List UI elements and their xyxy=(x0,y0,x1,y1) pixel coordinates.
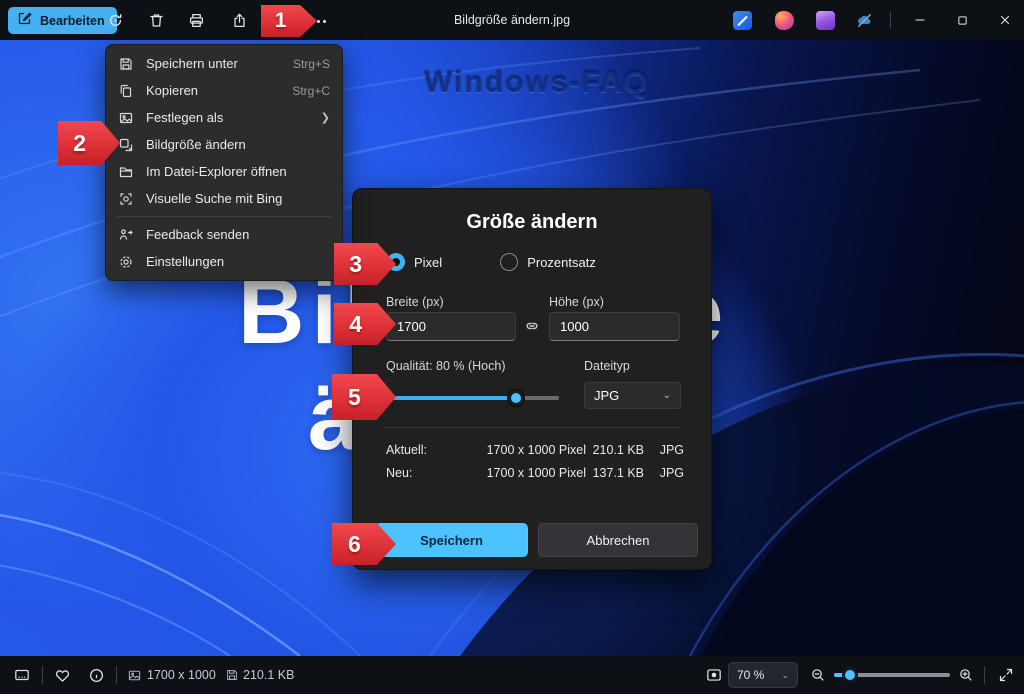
rotate-icon xyxy=(107,12,124,29)
radio-percent-label: Prozentsatz xyxy=(527,255,596,270)
zoom-out-button[interactable] xyxy=(806,664,830,686)
info-button[interactable] xyxy=(82,663,110,687)
fit-to-window-button[interactable] xyxy=(700,663,728,687)
info-icon xyxy=(88,667,105,684)
delete-button[interactable] xyxy=(140,6,172,34)
statusbar-divider xyxy=(116,666,117,684)
feedback-icon xyxy=(118,227,134,243)
trash-icon xyxy=(148,12,165,29)
dialog-title: Größe ändern xyxy=(353,211,711,234)
gear-icon xyxy=(118,254,134,270)
height-input[interactable] xyxy=(549,312,680,341)
new-size-row: Neu: 1700 x 1000 Pixel 137.1 KB JPG xyxy=(386,466,686,480)
share-button[interactable] xyxy=(223,6,255,34)
gallery-icon[interactable] xyxy=(816,11,835,30)
close-icon xyxy=(998,13,1012,27)
print-button[interactable] xyxy=(180,6,212,34)
filetype-label: Dateityp xyxy=(584,359,630,373)
folder-icon xyxy=(118,164,134,180)
menu-item-open-in-explorer[interactable]: Im Datei-Explorer öffnen xyxy=(106,158,342,185)
width-input[interactable] xyxy=(386,312,516,341)
dimensions-icon xyxy=(124,665,144,685)
slider-fill xyxy=(386,396,516,400)
resize-dialog: Größe ändern Pixel Prozentsatz Breite (p… xyxy=(352,188,712,570)
more-options-menu: Speichern unter Strg+S Kopieren Strg+C F… xyxy=(105,44,343,281)
radio-percent[interactable]: Prozentsatz xyxy=(500,253,596,271)
menu-item-save-as[interactable]: Speichern unter Strg+S xyxy=(106,50,342,77)
zoom-out-icon xyxy=(810,667,826,683)
slider-thumb[interactable] xyxy=(508,390,524,406)
fullscreen-expand-icon xyxy=(998,667,1014,683)
cancel-button[interactable]: Abbrechen xyxy=(538,523,698,557)
copy-icon xyxy=(118,83,134,99)
menu-item-settings[interactable]: Einstellungen xyxy=(106,248,342,275)
filetype-dropdown[interactable]: JPG ⌄ xyxy=(584,382,681,409)
statusbar-divider xyxy=(42,666,43,684)
menu-item-set-as[interactable]: Festlegen als ❯ xyxy=(106,104,342,131)
save-button[interactable]: Speichern xyxy=(375,523,528,557)
printer-icon xyxy=(188,12,205,29)
minimize-button[interactable] xyxy=(903,7,937,33)
statusbar: 1700 x 1000 210.1 KB 70 % ⌄ xyxy=(0,656,1024,694)
shortcut-label: Strg+C xyxy=(292,84,330,98)
radio-percent-dot xyxy=(500,253,518,271)
menu-separator xyxy=(116,216,332,217)
filesize-text: 210.1 KB xyxy=(243,668,294,682)
zoom-slider-thumb[interactable] xyxy=(842,667,858,683)
fullscreen-button[interactable] xyxy=(992,663,1020,687)
edit-icon xyxy=(17,11,33,30)
zoom-in-button[interactable] xyxy=(954,664,978,686)
zoom-level-value: 70 % xyxy=(737,668,764,682)
save-icon xyxy=(118,56,134,72)
menu-item-send-feedback[interactable]: Feedback senden xyxy=(106,221,342,248)
radio-pixel-label: Pixel xyxy=(414,255,442,270)
width-label: Breite (px) xyxy=(386,295,444,309)
filmstrip-icon xyxy=(13,666,31,684)
chevron-down-icon: ⌄ xyxy=(663,390,671,401)
set-as-icon xyxy=(118,110,134,126)
resize-icon xyxy=(118,137,134,153)
onedrive-offline-icon[interactable] xyxy=(855,11,874,30)
zoom-level-dropdown[interactable]: 70 % ⌄ xyxy=(728,662,798,688)
image-watermark-text: Windows-FAQ xyxy=(424,66,649,100)
minimize-icon xyxy=(913,13,927,27)
submenu-chevron-icon: ❯ xyxy=(321,111,330,124)
unit-radio-group: Pixel Prozentsatz xyxy=(387,253,596,271)
statusbar-divider xyxy=(984,666,985,684)
rotate-button[interactable] xyxy=(99,6,131,34)
heart-icon xyxy=(54,667,71,684)
maximize-icon xyxy=(956,14,969,27)
fit-to-window-icon xyxy=(705,666,723,684)
filesize-icon xyxy=(222,665,242,685)
current-size-row: Aktuell: 1700 x 1000 Pixel 210.1 KB JPG xyxy=(386,443,686,457)
quality-slider[interactable] xyxy=(386,394,559,402)
photos-app-window: Windows-FAQ Bildgröße ändern Bearbeiten xyxy=(0,0,1024,694)
edit-button-label: Bearbeiten xyxy=(40,14,105,28)
designer-icon[interactable] xyxy=(775,11,794,30)
visual-search-icon xyxy=(118,191,134,207)
toolbar: Bearbeiten Bildgröße ändern.jpg xyxy=(0,0,1024,40)
favorite-button[interactable] xyxy=(48,663,76,687)
chevron-down-icon: ⌄ xyxy=(781,670,789,681)
dialog-separator xyxy=(385,427,681,428)
zoom-in-icon xyxy=(958,667,974,683)
share-icon xyxy=(231,12,248,29)
quality-label: Qualität: 80 % (Hoch) xyxy=(386,359,506,373)
height-label: Höhe (px) xyxy=(549,295,604,309)
menu-item-copy[interactable]: Kopieren Strg+C xyxy=(106,77,342,104)
image-dimensions-text: 1700 x 1000 xyxy=(147,668,216,682)
close-button[interactable] xyxy=(988,7,1022,33)
menu-item-visual-search-bing[interactable]: Visuelle Suche mit Bing xyxy=(106,185,342,212)
filmstrip-toggle-button[interactable] xyxy=(8,663,36,687)
ai-enhance-icon[interactable] xyxy=(733,11,752,30)
link-dimensions-icon[interactable] xyxy=(523,317,541,340)
zoom-slider[interactable] xyxy=(834,673,950,677)
menu-item-resize-image[interactable]: Bildgröße ändern xyxy=(106,131,342,158)
shortcut-label: Strg+S xyxy=(293,57,330,71)
radio-pixel[interactable]: Pixel xyxy=(387,253,442,271)
titlebar-divider xyxy=(890,11,891,29)
maximize-button[interactable] xyxy=(945,7,979,33)
filetype-value: JPG xyxy=(594,388,619,403)
